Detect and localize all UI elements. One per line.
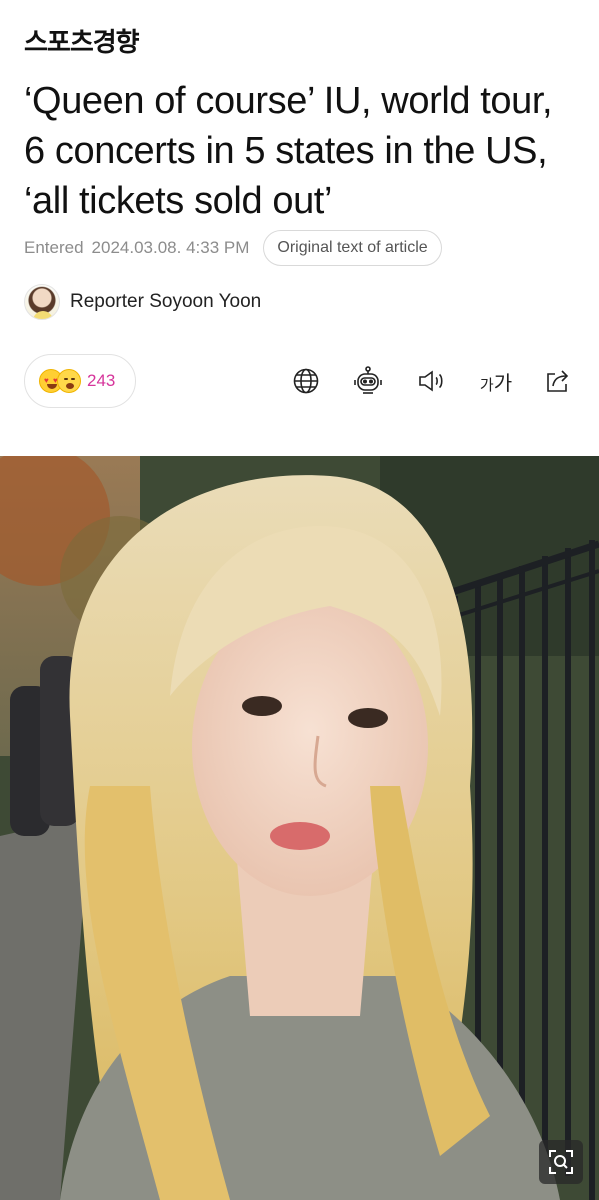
reporter-name: Reporter Soyoon Yoon <box>70 291 262 312</box>
share-icon[interactable] <box>542 364 574 398</box>
globe-icon[interactable] <box>290 364 322 398</box>
site-logo[interactable]: 스포츠경향 <box>24 22 140 59</box>
font-size-big: 가 <box>493 372 513 395</box>
original-text-button[interactable]: Original text of article <box>263 230 442 266</box>
grinning-emoji <box>57 369 81 393</box>
article-toolbar: 가가 <box>290 364 580 398</box>
robot-icon[interactable] <box>352 364 384 398</box>
reaction-count: 243 <box>87 371 116 390</box>
reporter-avatar <box>24 284 60 320</box>
photo-illustration <box>0 456 599 1200</box>
entered-datetime: 2024.03.08. 4:33 PM <box>91 238 250 257</box>
zoom-icon <box>549 1150 573 1174</box>
speaker-icon[interactable] <box>416 364 448 398</box>
entered-label: Entered <box>24 238 84 257</box>
font-size-small: 가 <box>479 376 494 394</box>
reaction-button[interactable]: ♥ ♥ 243 <box>24 354 136 408</box>
font-size-icon[interactable]: 가가 <box>476 364 516 398</box>
article-photo[interactable] <box>0 456 599 1200</box>
article-headline: ‘Queen of course’ IU, world tour, 6 conc… <box>24 80 553 222</box>
article-meta: Entered 2024.03.08. 4:33 PM Original tex… <box>24 230 442 266</box>
zoom-button[interactable] <box>539 1140 583 1184</box>
reporter-byline[interactable]: Reporter Soyoon Yoon <box>24 284 261 320</box>
